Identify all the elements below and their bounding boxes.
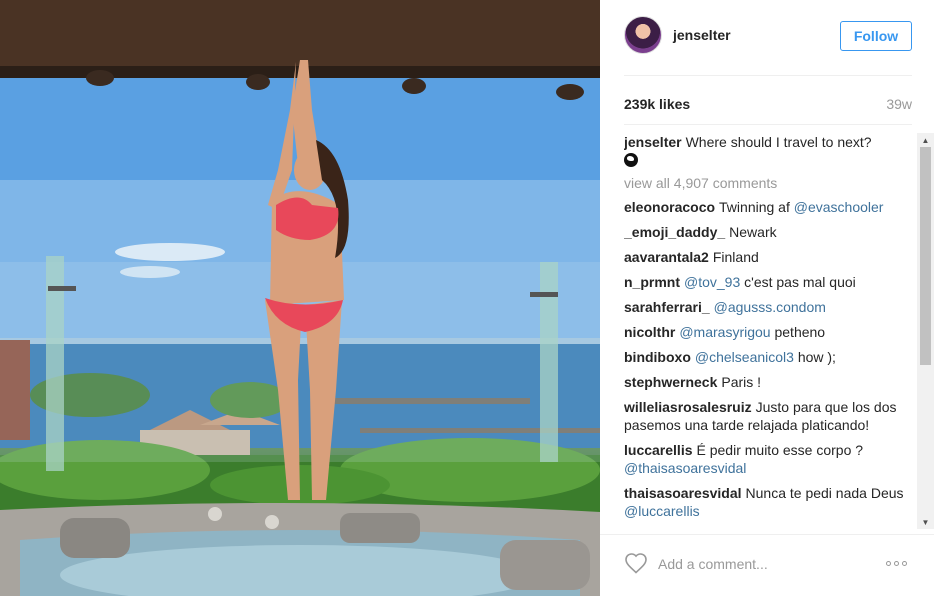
likes-divider (624, 124, 912, 125)
comment-item: sarahferrari_ @agusss.condom (624, 298, 914, 316)
more-dot (894, 560, 899, 566)
comment-username[interactable]: stephwerneck (624, 374, 717, 390)
footer-divider (600, 534, 934, 535)
post-age[interactable]: 39w (886, 96, 912, 112)
comment-text: how ); (793, 349, 836, 365)
post-photo[interactable] (0, 0, 600, 596)
comment-item: bindiboxo @chelseanicol3 how ); (624, 348, 914, 366)
more-dot (886, 560, 891, 566)
comment-username[interactable]: _emoji_daddy_ (624, 224, 725, 240)
comment-item: nicolthr @marasyrigou petheno (624, 323, 914, 341)
header-divider (624, 75, 912, 76)
comment-item: luccarellis É pedir muito esse corpo ? @t… (624, 441, 914, 477)
comment-username[interactable]: n_prmnt (624, 274, 680, 290)
comment-item: aavarantala2 Finland (624, 248, 914, 266)
comment-item: stephwerneck Paris ! (624, 373, 914, 391)
comment-mention-link[interactable]: @evaschooler (794, 199, 884, 215)
comment-text: Paris ! (721, 374, 762, 390)
likes-count[interactable]: 239k likes (624, 96, 690, 112)
comment-username[interactable]: nicolthr (624, 324, 675, 340)
comments-scrollbar[interactable]: ▲ ▼ (917, 133, 934, 529)
comment-username[interactable]: eleonoracoco (624, 199, 715, 215)
post-image (0, 0, 600, 596)
username[interactable]: jenselter (673, 27, 731, 43)
comment-username[interactable]: sarahferrari_ (624, 299, 710, 315)
comment-item: willeliasrosalesruiz Justo para que los d… (624, 398, 914, 434)
comment-username[interactable]: thaisasoaresvidal (624, 485, 742, 501)
comment-item: _emoji_daddy_ Newark (624, 223, 914, 241)
comments-list[interactable]: jenselter Where should I travel to next? … (624, 133, 914, 529)
add-comment-input[interactable] (658, 554, 878, 574)
heart-outline-icon[interactable] (624, 552, 648, 574)
more-dot (902, 560, 907, 566)
caption-username[interactable]: jenselter (624, 134, 682, 150)
comment-mention-link[interactable]: @chelseanicol3 (695, 349, 794, 365)
comment-mention-link[interactable]: @tov_93 (684, 274, 740, 290)
follow-button[interactable]: Follow (840, 21, 912, 51)
comment-username[interactable]: luccarellis (624, 442, 693, 458)
comment-text: Nunca te pedi nada Deus (745, 485, 904, 501)
comment-text: Finland (712, 249, 759, 265)
caption-text: Where should I travel to next? (685, 134, 872, 150)
view-all-comments-link[interactable]: view all 4,907 comments (624, 175, 914, 191)
avatar[interactable] (624, 16, 662, 54)
comment-item: eleonoracoco Twinning af @evaschooler (624, 198, 914, 216)
comment-item: thaisasoaresvidal Nunca te pedi nada Deus… (624, 484, 914, 520)
comment-mention-link[interactable]: @thaisasoaresvidal (624, 460, 746, 476)
comment-username[interactable]: bindiboxo (624, 349, 691, 365)
likes-row: 239k likes 39w (624, 96, 912, 114)
comment-mention-link[interactable]: @agusss.condom (714, 299, 826, 315)
comment-item: n_prmnt @tov_93 c'est pas mal quoi (624, 273, 914, 291)
comment-username[interactable]: willeliasrosalesruiz (624, 399, 752, 415)
comment-text: Twinning af (719, 199, 794, 215)
scroll-thumb[interactable] (920, 147, 931, 365)
comment-mention-link[interactable]: @marasyrigou (679, 324, 770, 340)
comment-text: petheno (770, 324, 826, 340)
globe-emoji-icon (624, 153, 638, 167)
scroll-down-arrow-icon[interactable]: ▼ (917, 515, 934, 529)
comment-text: Newark (729, 224, 777, 240)
post-header: jenselter Follow (600, 0, 934, 76)
comment-text: É pedir muito esse corpo ? (696, 442, 864, 458)
more-options-icon[interactable] (886, 556, 914, 570)
comment-username[interactable]: aavarantala2 (624, 249, 709, 265)
scroll-up-arrow-icon[interactable]: ▲ (917, 133, 934, 147)
post-side-panel: jenselter Follow 239k likes 39w jenselte… (600, 0, 934, 596)
comment-text: c'est pas mal quoi (740, 274, 856, 290)
caption: jenselter Where should I travel to next? (624, 133, 914, 169)
comment-mention-link[interactable]: @luccarellis (624, 503, 700, 519)
